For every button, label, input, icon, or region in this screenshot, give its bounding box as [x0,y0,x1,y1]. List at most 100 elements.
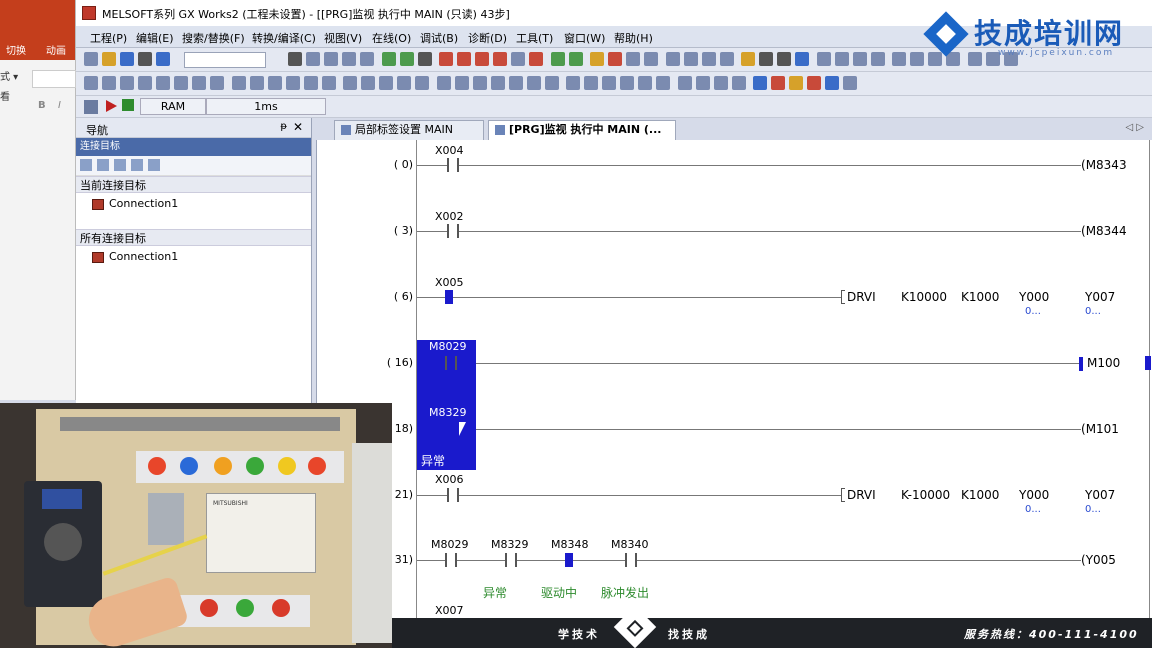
delete-hline-icon[interactable] [231,76,246,90]
contact[interactable] [445,553,457,567]
arrange-icon[interactable] [816,52,831,66]
help-icon[interactable] [156,52,170,66]
coil-label[interactable]: M100 [1087,356,1120,370]
ppt-tab-transitions[interactable]: 切换 [6,42,26,57]
align-icon[interactable] [834,52,849,66]
sf9-icon[interactable] [454,76,469,90]
nc-contact-icon[interactable] [102,76,116,90]
device-comment-icon[interactable] [753,76,767,90]
delete-row-icon[interactable] [638,76,652,90]
stop-icon[interactable] [529,52,543,66]
device-list-icon[interactable] [719,52,734,66]
ppt-italic-button[interactable]: I [58,100,61,111]
new-connection-icon[interactable] [80,159,92,171]
close-icon[interactable]: ✕ [293,120,303,134]
falling-edge-icon[interactable] [285,76,300,90]
read-plc-icon[interactable] [381,52,396,66]
af10-icon[interactable] [508,76,523,90]
coil[interactable]: (Y005 [1081,553,1116,567]
pulse-icon[interactable] [303,76,318,90]
monitor-write-icon[interactable] [771,76,785,90]
fall-pulse-icon[interactable] [379,76,393,90]
contact[interactable] [447,158,459,172]
settings-icon[interactable] [626,52,640,66]
monitor-start-icon[interactable] [439,52,453,66]
contact[interactable] [447,488,459,502]
write-mode-icon[interactable] [713,76,728,90]
vline-icon[interactable] [210,76,224,90]
current-value-icon[interactable] [789,76,803,90]
contact[interactable] [505,553,517,567]
coil-icon[interactable] [156,76,170,90]
monitor-stop-icon[interactable] [457,52,471,66]
device-test-icon[interactable] [511,52,525,66]
refresh-icon[interactable] [148,159,160,171]
diagnose-icon[interactable] [590,52,604,66]
insert-row-icon[interactable] [620,76,634,90]
dropdown-icon[interactable] [644,52,658,66]
batch-icon[interactable] [825,76,839,90]
menu-search-replace[interactable]: 搜索/替换(F) [182,30,245,46]
delete-vline-icon[interactable] [249,76,264,90]
copy-connection-icon[interactable] [97,159,109,171]
output-icon[interactable] [777,52,791,66]
watch-icon[interactable] [795,52,809,66]
current-connection-item[interactable]: Connection1 [76,193,311,217]
find-icon[interactable] [665,52,680,66]
hline-icon[interactable] [192,76,206,90]
search-icon[interactable] [843,76,857,90]
new-icon[interactable] [84,52,98,66]
ladder-mode-icon[interactable] [677,76,692,90]
menu-diagnostics[interactable]: 诊断(D) [468,30,507,46]
print-icon[interactable] [138,52,152,66]
monitor-mode-icon[interactable] [731,76,746,90]
delete-connection-icon[interactable] [114,159,126,171]
insert-col-icon[interactable] [656,76,670,90]
toolbar-combo[interactable] [184,52,266,68]
contact-on[interactable] [445,290,453,304]
menu-convert[interactable]: 转换/编译(C) [252,30,316,46]
no-contact-icon[interactable] [84,76,98,90]
contact-on[interactable] [565,553,573,567]
menu-edit[interactable]: 编辑(E) [136,30,174,46]
tab-local-labels[interactable]: 局部标签设置 MAIN [PRG] [334,120,484,154]
cut-icon[interactable] [288,52,302,66]
verify-icon[interactable] [417,52,432,66]
monitor-status-icon[interactable] [122,99,134,111]
label-icon[interactable] [602,76,616,90]
ladder-editor[interactable]: ( 0) X004 (M8343 ( 3) X002 (M8344 ( 6) X… [316,140,1152,630]
menu-view[interactable]: 视图(V) [324,30,362,46]
op-result-icon[interactable] [343,76,357,90]
ppt-bold-button[interactable]: B [38,100,46,111]
f10-icon[interactable] [490,76,505,90]
all-connection-item[interactable]: Connection1 [76,246,311,270]
menu-project[interactable]: 工程(P) [90,30,127,46]
cross-ref-icon[interactable] [701,52,716,66]
menu-window[interactable]: 窗口(W) [564,30,605,46]
statement-icon[interactable] [584,76,598,90]
read-mode-icon[interactable] [695,76,710,90]
rising-edge-icon[interactable] [267,76,282,90]
tab-monitor-main[interactable]: [PRG]监视 执行中 MAIN (...✕ [488,120,676,155]
error-icon[interactable] [608,52,622,66]
element-icon[interactable] [759,52,773,66]
run-icon[interactable] [106,100,117,112]
program-icon[interactable] [84,100,98,114]
coil[interactable]: (M8344 [1081,224,1127,238]
menu-debug[interactable]: 调试(B) [420,30,458,46]
paste-icon[interactable] [324,52,338,66]
replace-icon[interactable] [683,52,698,66]
contact[interactable] [445,356,457,370]
parallel-no-icon[interactable] [120,76,134,90]
parallel-nc-icon[interactable] [138,76,152,90]
instruction-name[interactable]: DRVI [847,290,876,304]
menu-online[interactable]: 在线(O) [372,30,411,46]
invert-icon[interactable] [321,76,336,90]
undo-icon[interactable] [342,52,356,66]
tab-scroll-arrows[interactable]: ◁ ▷ [1125,122,1144,133]
copy-icon[interactable] [306,52,320,66]
pin-icon[interactable]: ᵽ [280,121,287,132]
note-icon[interactable] [566,76,580,90]
ppt-font-box[interactable] [32,70,76,88]
write-plc-icon[interactable] [399,52,414,66]
